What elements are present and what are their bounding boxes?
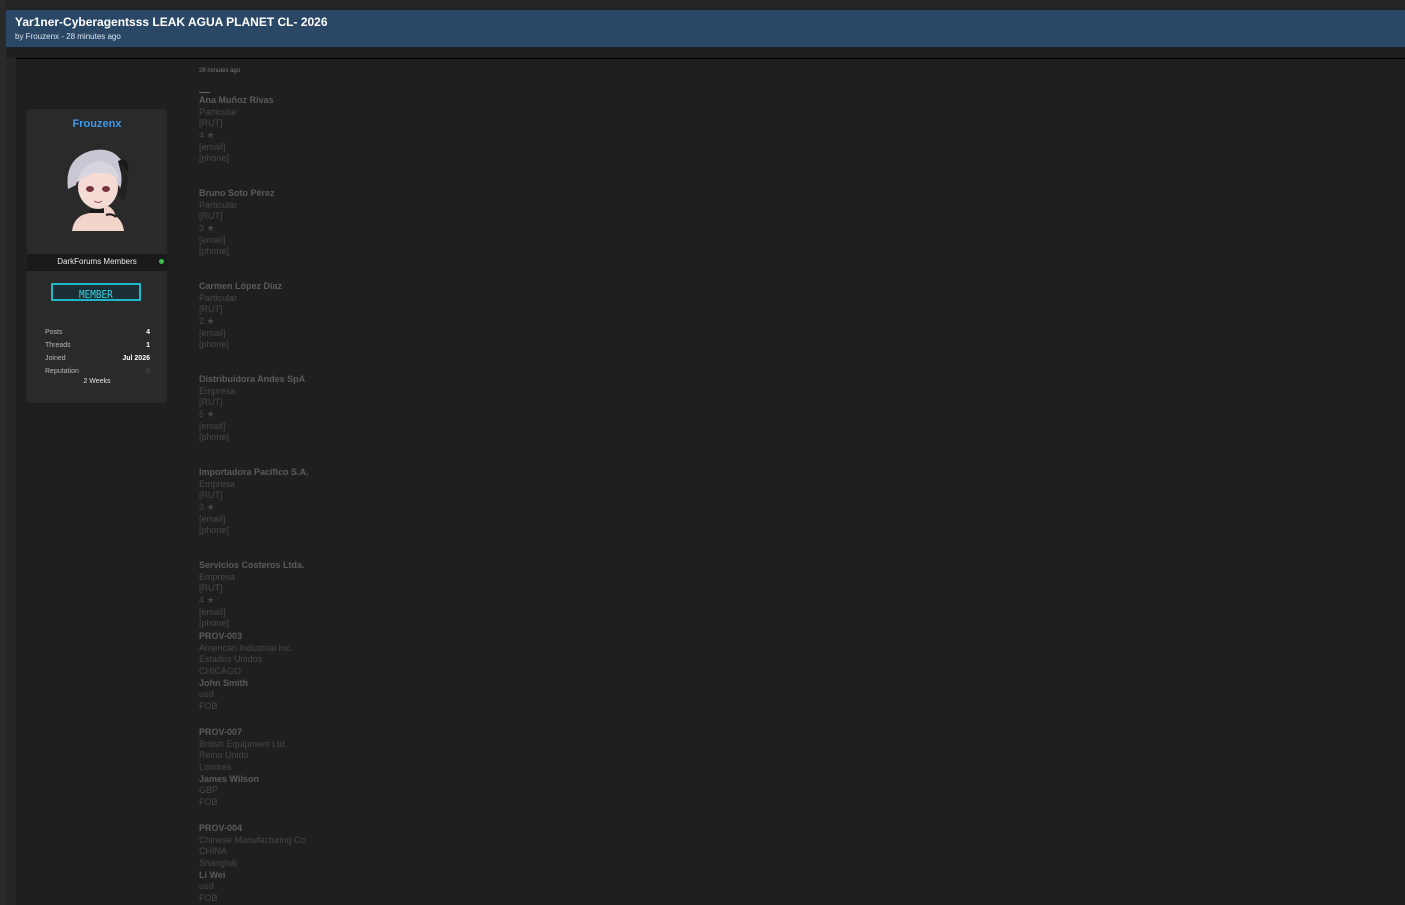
stat-reputation: Reputation 0: [45, 365, 150, 378]
record-line: PROV-003: [199, 631, 243, 641]
stat-threads: Threads 1: [45, 339, 150, 352]
record-line: [email]: [199, 420, 226, 431]
thread-meta: by Frouzenx - 28 minutes ago: [15, 32, 121, 41]
record-line: [email]: [199, 327, 226, 338]
post-left-rail: [6, 58, 16, 905]
record-line: 4 ★: [199, 595, 215, 606]
record-line: [phone]: [199, 339, 230, 350]
record-line: Estados Unidos: [199, 654, 263, 665]
top-strip: [0, 0, 1405, 10]
record-line: [RUT]: [199, 118, 223, 129]
record-line: James Wilson: [199, 773, 259, 784]
record-line: [RUT]: [199, 490, 223, 501]
author-card: Frouzenx DarkForums Members MEMBER Posts…: [27, 109, 167, 403]
record-entry: PROV-004 Chinese Manufacturing Co. CHINA…: [199, 823, 599, 905]
online-status-icon: [159, 259, 164, 264]
record-entry: Importadora Pacífico S.A. Empresa [RUT] …: [199, 467, 599, 537]
stat-label: Reputation: [45, 368, 79, 375]
record-line: Chinese Manufacturing Co.: [199, 834, 309, 845]
record-line: Bruno Soto Pérez: [199, 188, 275, 198]
record-line: Reino Unido: [199, 750, 249, 761]
record-line: Shanghái: [199, 858, 238, 869]
member-badge: MEMBER: [51, 283, 141, 301]
stat-joined: Joined Jul 2026: [45, 352, 150, 365]
stat-value: Jul 2026: [122, 355, 150, 362]
record-line: Empresa: [199, 385, 236, 396]
record-line: 3 ★: [199, 223, 215, 234]
record-line: Carmen López Díaz: [199, 281, 283, 291]
record-line: 4 ★: [199, 130, 215, 141]
post-time: 28 minutes ago: [199, 68, 241, 74]
record-line: Li Wei: [199, 869, 226, 880]
record-entry: Servicios Costeros Ltda. Empresa [RUT] 4…: [199, 560, 599, 630]
record-line: PROV-007: [199, 727, 243, 737]
record-line: FOB: [199, 893, 218, 904]
record-entry: Distribuidora Andes SpA Empresa [RUT] 5 …: [199, 374, 599, 444]
record-line: [email]: [199, 513, 226, 524]
record-line: Londres: [199, 762, 232, 773]
record-line: Empresa: [199, 478, 236, 489]
record-entry: Ana Muñoz Rivas Particular [RUT] 4 ★ [em…: [199, 95, 599, 165]
stat-label: Posts: [45, 329, 63, 336]
thread-header: Yar1ner-Cyberagentsss LEAK AGUA PLANET C…: [6, 10, 1405, 47]
record-line: John Smith: [199, 677, 248, 688]
stat-value: 1: [146, 342, 150, 349]
record-line: Servicios Costeros Ltda.: [199, 560, 305, 570]
record-line: CHINA: [199, 846, 228, 857]
record-line: FOB: [199, 701, 218, 712]
record-entry: Carmen López Díaz Particular [RUT] 2 ★ […: [199, 281, 599, 351]
user-group: DarkForums Members: [57, 257, 137, 266]
record-line: [phone]: [199, 153, 230, 164]
record-line: CHICAGO: [199, 666, 242, 677]
stat-value: 4: [146, 329, 150, 336]
avatar[interactable]: [60, 145, 136, 231]
record-line: [phone]: [199, 618, 230, 629]
record-line: American Industrial Inc.: [199, 642, 294, 653]
author-name[interactable]: Frouzenx: [27, 118, 167, 130]
record-line: usd: [199, 689, 214, 700]
post-divider: [16, 58, 1405, 59]
record-line: Distribuidora Andes SpA: [199, 374, 306, 384]
record-line: [email]: [199, 606, 226, 617]
stat-label: Threads: [45, 342, 71, 349]
record-line: [RUT]: [199, 583, 223, 594]
separator-dash: [199, 92, 210, 93]
record-line: Ana Muñoz Rivas: [199, 95, 274, 105]
stat-value[interactable]: 0: [146, 365, 150, 378]
record-line: 2 ★: [199, 316, 215, 327]
anime-girl-avatar-icon: [60, 145, 136, 231]
record-entry: PROV-007 British Equipment Ltd. Reino Un…: [199, 727, 599, 809]
thread-title: Yar1ner-Cyberagentsss LEAK AGUA PLANET C…: [15, 15, 328, 29]
record-line: PROV-004: [199, 823, 243, 833]
record-line: Particular: [199, 106, 238, 117]
stat-posts: Posts 4: [45, 326, 150, 339]
record-line: [RUT]: [199, 397, 223, 408]
record-line: Importadora Pacífico S.A.: [199, 467, 309, 477]
record-line: Particular: [199, 292, 238, 303]
stat-label: Joined: [45, 355, 66, 362]
record-line: [email]: [199, 141, 226, 152]
record-line: British Equipment Ltd.: [199, 738, 288, 749]
record-line: 5 ★: [199, 409, 215, 420]
record-line: Particular: [199, 199, 238, 210]
record-line: [RUT]: [199, 304, 223, 315]
record-line: [phone]: [199, 246, 230, 257]
record-line: [phone]: [199, 525, 230, 536]
record-line: [phone]: [199, 432, 230, 443]
record-line: Empresa: [199, 571, 236, 582]
member-badge-label: MEMBER: [79, 288, 113, 301]
user-group-bar: DarkForums Members: [27, 254, 167, 271]
record-line: [email]: [199, 234, 226, 245]
record-line: GBP: [199, 785, 219, 796]
record-line: 3 ★: [199, 502, 215, 513]
record-entry: PROV-003 American Industrial Inc. Estado…: [199, 631, 599, 713]
record-line: FOB: [199, 797, 218, 808]
record-entry: Bruno Soto Pérez Particular [RUT] 3 ★ [e…: [199, 188, 599, 258]
record-line: [RUT]: [199, 211, 223, 222]
member-tenure: 2 Weeks: [83, 378, 111, 385]
record-line: usd: [199, 881, 214, 892]
author-stats: Posts 4 Threads 1 Joined Jul 2026 Reputa…: [45, 326, 150, 378]
